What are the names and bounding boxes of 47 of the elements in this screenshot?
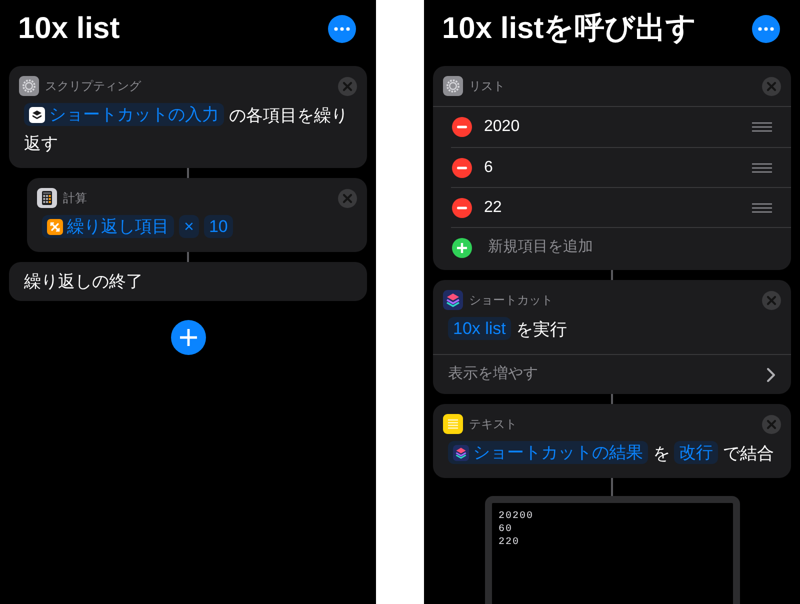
action-summary: ショートカットの入力 の各項目を繰り返す	[24, 106, 348, 153]
variable-token[interactable]: ショートカットの結果	[448, 441, 648, 464]
gear-icon	[443, 76, 463, 96]
item-value[interactable]: 22	[484, 196, 502, 220]
variable-token[interactable]: 10	[204, 215, 233, 238]
variable-token[interactable]: ×	[179, 215, 199, 238]
variable-token[interactable]: 10x list	[448, 317, 511, 340]
drag-handle-icon[interactable]	[752, 162, 772, 172]
plus-icon	[452, 238, 472, 258]
variable-token[interactable]: 繰り返し項目	[42, 215, 174, 238]
item-value[interactable]: 6	[484, 156, 493, 180]
more-button[interactable]	[328, 15, 356, 43]
more-button[interactable]	[752, 15, 780, 43]
action-summary: ショートカットの結果 を 改行 で結合	[448, 444, 778, 463]
output-text: 20200 60 220	[498, 510, 535, 549]
drag-handle-icon[interactable]	[752, 202, 772, 212]
add-action-button[interactable]	[170, 320, 206, 355]
layers-icon	[29, 106, 45, 123]
action-title: 計算	[63, 190, 87, 206]
crossed-arrows-icon	[47, 218, 63, 235]
item-value[interactable]: 2020	[484, 115, 520, 139]
calculator-icon	[37, 188, 57, 208]
plus-icon	[180, 329, 196, 346]
layers-icon	[443, 290, 463, 310]
drag-handle-icon[interactable]	[752, 122, 772, 132]
minus-icon[interactable]	[452, 117, 472, 137]
gear-icon	[19, 76, 39, 96]
action-text: 繰り返しの終了	[24, 270, 143, 293]
shortcut-title: 10x listを呼び出す	[442, 11, 697, 47]
minus-icon[interactable]	[452, 198, 472, 218]
action-summary: 10x list を実行	[448, 320, 571, 339]
shortcut-title: 10x list	[18, 11, 120, 47]
chevron-right-icon	[767, 368, 775, 382]
variable-token[interactable]: ショートカットの入力	[24, 103, 224, 126]
add-item-button[interactable]: 新規項目を追加	[451, 236, 593, 259]
action-title: ショートカット	[469, 292, 553, 308]
note-icon	[443, 414, 463, 434]
connector-line	[611, 478, 613, 496]
minus-icon[interactable]	[452, 158, 472, 178]
ellipsis-icon	[758, 27, 774, 31]
action-title: スクリプティング	[45, 78, 141, 94]
layers-icon	[453, 444, 469, 461]
show-more-button[interactable]: 表示を増やす	[433, 355, 791, 394]
ellipsis-icon	[334, 27, 350, 31]
action-title: リスト	[469, 78, 505, 94]
action-title: テキスト	[469, 416, 517, 432]
variable-token[interactable]: 改行	[674, 441, 718, 464]
